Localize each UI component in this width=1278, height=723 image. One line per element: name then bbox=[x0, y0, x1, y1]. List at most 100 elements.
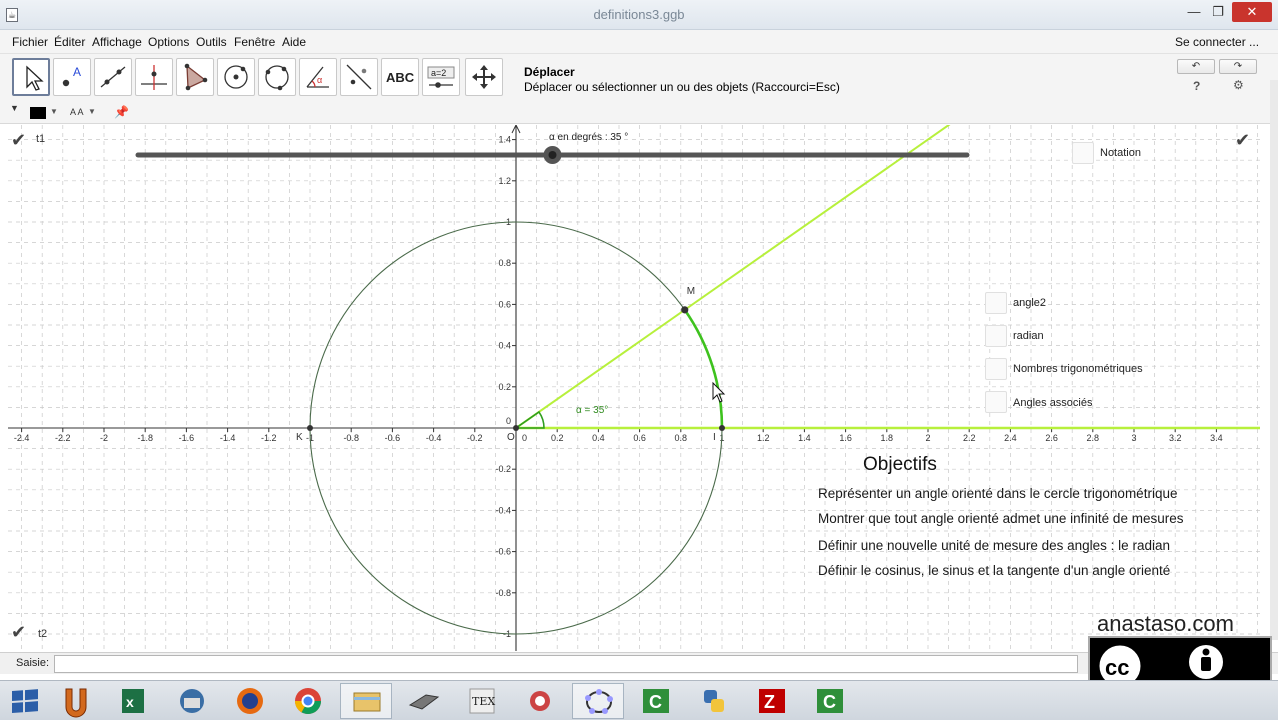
minimize-icon[interactable]: — bbox=[1184, 2, 1204, 22]
y-tick-label: 0 bbox=[506, 416, 511, 426]
text-tool-button[interactable]: ABC bbox=[381, 58, 419, 96]
point-tool-button[interactable]: A bbox=[53, 58, 91, 96]
checkmark-icon[interactable]: ✔ bbox=[1235, 130, 1250, 151]
line-tool-button[interactable] bbox=[94, 58, 132, 96]
objective-line: Définir une nouvelle unité de mesure des… bbox=[818, 538, 1170, 553]
menu-affichage[interactable]: Affichage bbox=[92, 35, 142, 49]
circle-center-icon bbox=[224, 65, 248, 89]
tex-icon[interactable]: TEX bbox=[456, 683, 508, 719]
pin-icon[interactable]: 📌 bbox=[114, 105, 129, 119]
svg-text:C: C bbox=[649, 692, 662, 712]
polygon-icon bbox=[184, 63, 208, 91]
checkbox-notation[interactable] bbox=[1072, 142, 1094, 164]
filezilla-icon[interactable]: Z bbox=[746, 683, 798, 719]
color-swatch[interactable] bbox=[30, 107, 46, 119]
objective-line: Montrer que tout angle orienté admet une… bbox=[818, 511, 1184, 526]
camtasia-recorder-icon[interactable]: C bbox=[804, 683, 856, 719]
color-dropdown-icon[interactable]: ▼ bbox=[50, 107, 58, 116]
x-tick-label: 2.4 bbox=[1004, 433, 1017, 443]
x-tick-label: 1.2 bbox=[757, 433, 770, 443]
checkbox-radian-label: radian bbox=[1013, 330, 1044, 342]
perpendicular-tool-button[interactable] bbox=[135, 58, 173, 96]
point-I[interactable] bbox=[719, 425, 725, 431]
input-bar: Saisie: bbox=[0, 652, 1278, 674]
sendto-icon[interactable] bbox=[398, 683, 450, 719]
maximize-icon[interactable]: ❐ bbox=[1208, 2, 1228, 22]
file-explorer-icon[interactable] bbox=[340, 683, 392, 719]
angle-tool-button[interactable]: α bbox=[299, 58, 337, 96]
menu-editer[interactable]: Éditer bbox=[54, 35, 85, 49]
checkbox-associated-angles[interactable] bbox=[985, 391, 1007, 413]
point-I-label: I bbox=[713, 432, 716, 443]
windows-start-icon[interactable] bbox=[0, 683, 52, 719]
x-tick-label: 3.4 bbox=[1210, 433, 1223, 443]
redo-button[interactable]: ↷ bbox=[1219, 59, 1257, 74]
perpendicular-line-icon bbox=[141, 65, 167, 90]
geogebra-icon[interactable] bbox=[572, 683, 624, 719]
checkbox-radian[interactable] bbox=[985, 325, 1007, 347]
chrome-icon[interactable] bbox=[282, 683, 334, 719]
circle-center-tool-button[interactable] bbox=[217, 58, 255, 96]
point-K-label: K bbox=[296, 432, 303, 443]
login-link[interactable]: Se connecter ... bbox=[1175, 35, 1259, 49]
move-graphics-tool-button[interactable] bbox=[465, 58, 503, 96]
undo-button[interactable]: ↶ bbox=[1177, 59, 1215, 74]
stylebar-toggle-icon[interactable]: ▼ bbox=[10, 103, 19, 113]
angle-icon: α bbox=[306, 66, 329, 88]
x-tick-label: -1.8 bbox=[137, 433, 153, 443]
point-M[interactable] bbox=[681, 306, 689, 314]
arc-IM[interactable] bbox=[683, 309, 724, 429]
x-tick-label: 3 bbox=[1131, 433, 1136, 443]
polygon-tool-button[interactable] bbox=[176, 58, 214, 96]
active-tool-help: Déplacer ou sélectionner un ou des objet… bbox=[524, 80, 840, 94]
menu-options[interactable]: Options bbox=[148, 35, 189, 49]
x-axis-ticks: -2.4 -2.2 -2 -1.8 -1.6 -1.4 -1.2 -1 -0.8 -0.6 -0.4… bbox=[14, 428, 1223, 443]
checkbox-trig-numbers[interactable] bbox=[985, 358, 1007, 380]
font-size-button[interactable]: A A bbox=[70, 107, 84, 117]
x-tick-label: 2.8 bbox=[1087, 433, 1100, 443]
input-label: Saisie: bbox=[16, 657, 50, 669]
firefox-icon[interactable] bbox=[224, 683, 276, 719]
x-tick-label: -0.4 bbox=[426, 433, 442, 443]
help-button[interactable]: ? bbox=[1193, 79, 1200, 93]
close-icon[interactable]: ✕ bbox=[1232, 2, 1272, 22]
menu-aide[interactable]: Aide bbox=[282, 35, 306, 49]
y-tick-label: 0.2 bbox=[498, 382, 511, 392]
ultraedit-icon[interactable] bbox=[50, 683, 102, 719]
y-tick-label: 0.8 bbox=[498, 258, 511, 268]
x-tick-label: 2.2 bbox=[963, 433, 976, 443]
menu-outils[interactable]: Outils bbox=[196, 35, 227, 49]
thunderbird-icon[interactable] bbox=[166, 683, 218, 719]
circle-three-points-tool-button[interactable] bbox=[258, 58, 296, 96]
x-tick-label: 0.8 bbox=[675, 433, 688, 443]
style-bar: ▼ ▼ A A ▼ 📌 bbox=[0, 102, 1278, 124]
svg-text:x: x bbox=[126, 694, 134, 710]
reflect-tool-button[interactable] bbox=[340, 58, 378, 96]
point-O[interactable] bbox=[513, 425, 519, 431]
paint-icon[interactable] bbox=[514, 683, 566, 719]
checkbox-angle2[interactable] bbox=[985, 292, 1007, 314]
alpha-slider-knob-center bbox=[548, 151, 557, 159]
slider-tool-button[interactable]: a=2 bbox=[422, 58, 460, 96]
python-icon[interactable] bbox=[688, 683, 740, 719]
menu-fenetre[interactable]: Fenêtre bbox=[234, 35, 275, 49]
y-tick-label: -0.4 bbox=[495, 505, 511, 515]
x-tick-label: -2 bbox=[100, 433, 108, 443]
graphics-view[interactable]: -2.4 -2.2 -2 -1.8 -1.6 -1.4 -1.2 -1 -0.8 -0.6 -0.4… bbox=[8, 125, 1260, 651]
font-size-dropdown-icon[interactable]: ▼ bbox=[88, 107, 96, 116]
checkmark-icon[interactable]: ✔ bbox=[11, 130, 26, 151]
gear-icon[interactable]: ⚙ bbox=[1233, 78, 1244, 92]
panel-label-t2: t2 bbox=[38, 628, 48, 640]
point-K[interactable] bbox=[307, 425, 313, 431]
svg-text:ABC: ABC bbox=[386, 70, 415, 85]
x-tick-label: 2 bbox=[925, 433, 930, 443]
angle-alpha-mark bbox=[513, 410, 545, 429]
camtasia-icon[interactable]: C bbox=[630, 683, 682, 719]
input-field[interactable] bbox=[54, 655, 1078, 673]
excel-icon[interactable]: x bbox=[108, 683, 160, 719]
ray-OM[interactable] bbox=[515, 125, 1107, 429]
checkmark-icon[interactable]: ✔ bbox=[11, 622, 26, 643]
move-tool-button[interactable] bbox=[12, 58, 50, 96]
menu-fichier[interactable]: Fichier bbox=[12, 35, 48, 49]
right-scrollbar[interactable] bbox=[1270, 80, 1278, 640]
